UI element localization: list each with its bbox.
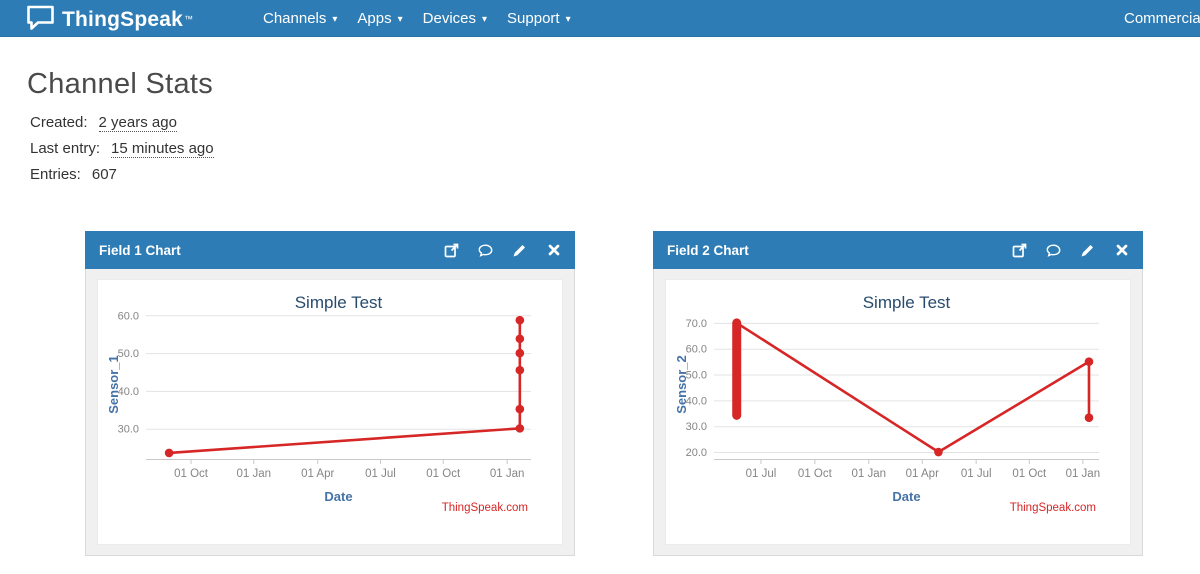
- svg-text:01 Oct: 01 Oct: [174, 468, 209, 480]
- entries-value: 607: [92, 166, 117, 183]
- chevron-down-icon: ▾: [482, 14, 487, 25]
- popout-icon[interactable]: [444, 243, 459, 258]
- panel-title: Field 2 Chart: [667, 243, 749, 258]
- svg-text:Date: Date: [324, 489, 352, 504]
- svg-text:Sensor_1: Sensor_1: [106, 355, 121, 414]
- top-navbar: ThingSpeak ™ Channels ▾ Apps ▾ Devices ▾…: [0, 0, 1200, 37]
- svg-text:01 Oct: 01 Oct: [426, 468, 461, 480]
- svg-text:Sensor_2: Sensor_2: [674, 355, 689, 414]
- chevron-down-icon: ▾: [332, 14, 337, 25]
- svg-text:01 Oct: 01 Oct: [1012, 468, 1047, 480]
- panel-body: 20.030.040.050.060.070.001 Jul01 Oct01 J…: [653, 269, 1143, 556]
- stat-entries: Entries:607: [30, 164, 214, 190]
- field-2-chart: 20.030.040.050.060.070.001 Jul01 Oct01 J…: [665, 279, 1131, 545]
- popout-icon[interactable]: [1012, 243, 1027, 258]
- field-1-chart: 30.040.050.060.001 Oct01 Jan01 Apr01 Jul…: [97, 279, 563, 545]
- svg-text:01 Apr: 01 Apr: [906, 468, 939, 480]
- svg-text:70.0: 70.0: [686, 318, 707, 330]
- svg-text:01 Jan: 01 Jan: [852, 468, 887, 480]
- speech-bubble-icon: [26, 4, 55, 36]
- svg-text:60.0: 60.0: [686, 344, 707, 356]
- close-icon[interactable]: [1114, 243, 1129, 258]
- main-nav: Channels ▾ Apps ▾ Devices ▾ Support ▾: [253, 0, 581, 37]
- svg-text:60.0: 60.0: [118, 310, 139, 322]
- comment-icon[interactable]: [1046, 243, 1061, 258]
- svg-text:01 Oct: 01 Oct: [798, 468, 833, 480]
- panel-header: Field 1 Chart: [85, 231, 575, 269]
- svg-text:Simple Test: Simple Test: [863, 293, 951, 312]
- svg-text:01 Jan: 01 Jan: [490, 468, 525, 480]
- brand-trademark: ™: [184, 14, 193, 24]
- comment-icon[interactable]: [478, 243, 493, 258]
- svg-text:01 Jul: 01 Jul: [365, 468, 396, 480]
- svg-text:01 Apr: 01 Apr: [301, 468, 334, 480]
- svg-text:01 Jul: 01 Jul: [746, 468, 777, 480]
- svg-text:20.0: 20.0: [686, 447, 707, 459]
- nav-commercial-use[interactable]: Commercial Use: [1124, 0, 1200, 37]
- svg-text:30.0: 30.0: [118, 424, 139, 436]
- svg-text:01 Jan: 01 Jan: [1066, 468, 1101, 480]
- brand-name: ThingSpeak: [62, 8, 183, 32]
- edit-icon[interactable]: [512, 243, 527, 258]
- stat-last-entry: Last entry:15 minutes ago: [30, 138, 214, 164]
- svg-text:Date: Date: [892, 489, 920, 504]
- last-entry-value: 15 minutes ago: [111, 140, 214, 158]
- chevron-down-icon: ▾: [566, 14, 571, 25]
- nav-apps[interactable]: Apps ▾: [347, 0, 412, 37]
- svg-text:30.0: 30.0: [686, 421, 707, 433]
- svg-text:01 Jul: 01 Jul: [961, 468, 992, 480]
- nav-devices[interactable]: Devices ▾: [413, 0, 497, 37]
- edit-icon[interactable]: [1080, 243, 1095, 258]
- close-icon[interactable]: [546, 243, 561, 258]
- panel-body: 30.040.050.060.001 Oct01 Jan01 Apr01 Jul…: [85, 269, 575, 556]
- panel-title: Field 1 Chart: [99, 243, 181, 258]
- svg-text:01 Jan: 01 Jan: [237, 468, 272, 480]
- svg-text:ThingSpeak.com: ThingSpeak.com: [442, 502, 528, 514]
- svg-text:Simple Test: Simple Test: [295, 293, 383, 312]
- field-2-chart-panel: Field 2 Chart 20.030.040.050.060.070.001…: [653, 231, 1143, 556]
- panel-header: Field 2 Chart: [653, 231, 1143, 269]
- nav-support[interactable]: Support ▾: [497, 0, 581, 37]
- page-title: Channel Stats: [27, 68, 213, 101]
- chevron-down-icon: ▾: [398, 14, 403, 25]
- nav-channels[interactable]: Channels ▾: [253, 0, 347, 37]
- stat-created: Created:2 years ago: [30, 112, 214, 138]
- field-1-chart-panel: Field 1 Chart 30.040.050.060.001 Oct01 J…: [85, 231, 575, 556]
- channel-stats-summary: Created:2 years ago Last entry:15 minute…: [30, 112, 214, 190]
- svg-text:ThingSpeak.com: ThingSpeak.com: [1010, 502, 1096, 514]
- created-value: 2 years ago: [99, 114, 177, 132]
- thingspeak-logo[interactable]: ThingSpeak ™: [26, 4, 193, 36]
